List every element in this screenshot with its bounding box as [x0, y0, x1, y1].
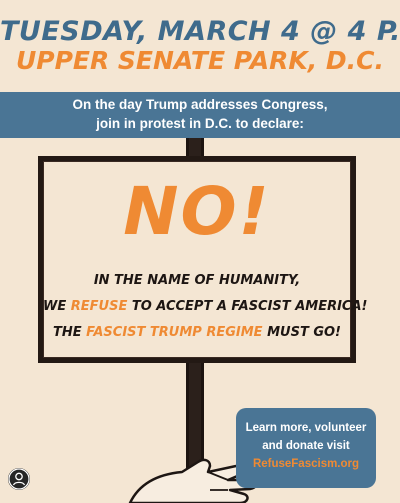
- sign-line-2-pre: WE: [43, 299, 71, 314]
- info-line-2: and donate visit: [262, 440, 350, 452]
- website-link[interactable]: RefuseFascism.org: [236, 458, 376, 470]
- sign-line-2-emphasis: REFUSE: [70, 299, 128, 314]
- event-date: TUESDAY, MARCH 4 @ 4 P.M.: [0, 16, 400, 47]
- sign-line-2: WE REFUSE TO ACCEPT A FASCIST AMERICA!: [43, 299, 367, 314]
- info-line-1: Learn more, volunteer: [245, 422, 367, 434]
- sign-line-1: IN THE NAME OF HUMANITY,: [93, 273, 301, 288]
- profile-button[interactable]: [8, 468, 30, 490]
- sign-line-3-pre: THE: [53, 325, 87, 340]
- sign-line-3: THE FASCIST TRUMP REGIME MUST GO!: [43, 325, 351, 340]
- banner-line-2: join in protest in D.C. to declare:: [96, 116, 304, 131]
- banner-line-1: On the day Trump addresses Congress,: [72, 97, 328, 112]
- intro-banner: On the day Trump addresses Congress, joi…: [0, 92, 400, 138]
- sign-headline: NO!: [123, 173, 271, 250]
- sign-line-2-post: TO ACCEPT A FASCIST AMERICA!: [127, 299, 368, 314]
- protest-flyer: TUESDAY, MARCH 4 @ 4 P.M. UPPER SENATE P…: [0, 0, 400, 503]
- sign-line-3-post: MUST GO!: [262, 325, 341, 340]
- protest-sign: NO! IN THE NAME OF HUMANITY, WE REFUSE T…: [38, 156, 367, 363]
- person-circle-icon: [8, 468, 30, 490]
- sign-line-3-emphasis: FASCIST TRUMP REGIME: [86, 325, 263, 340]
- event-location: UPPER SENATE PARK, D.C.: [15, 46, 385, 75]
- info-box: Learn more, volunteer and donate visit R…: [236, 408, 376, 488]
